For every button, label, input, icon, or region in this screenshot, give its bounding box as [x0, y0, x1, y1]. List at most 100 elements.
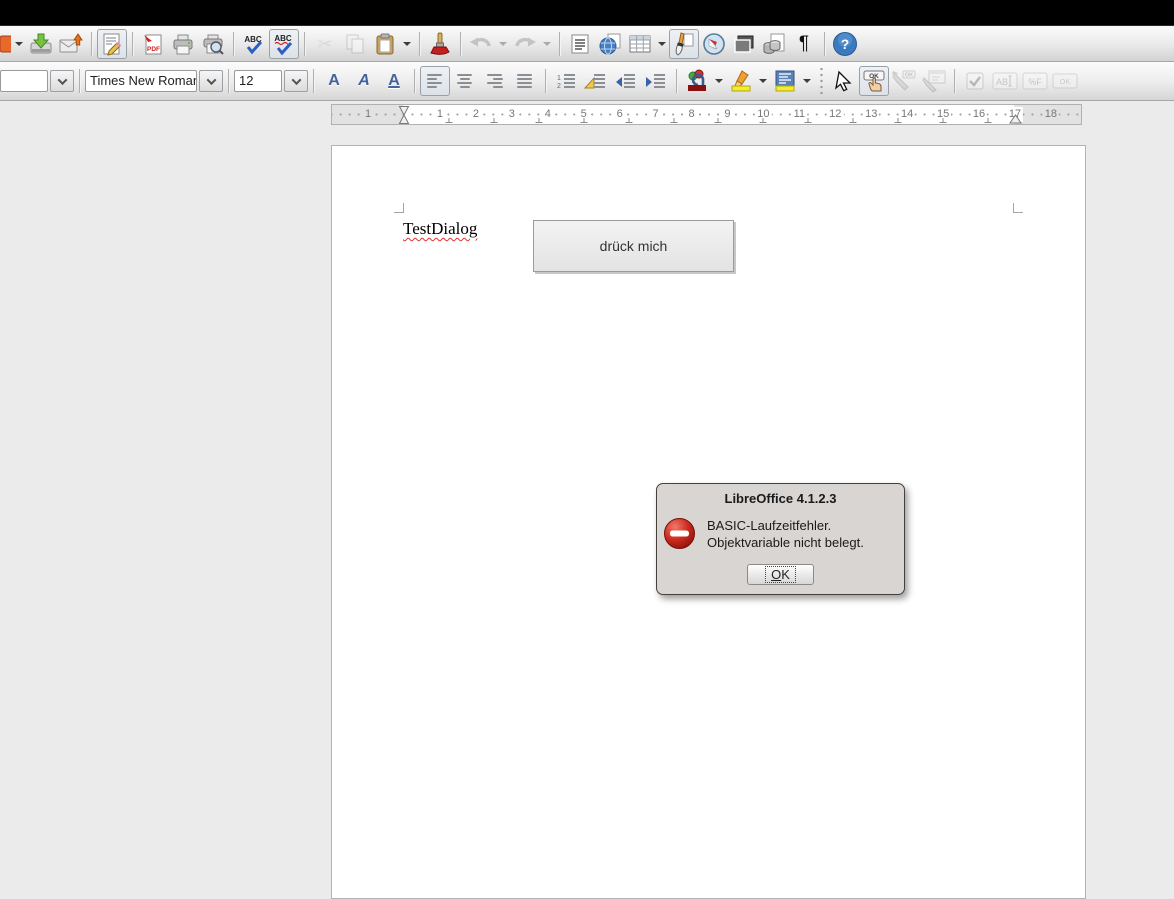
font-size-dropdown[interactable] [284, 70, 308, 92]
undo-dropdown[interactable] [499, 42, 507, 46]
insert-table-button[interactable] [625, 29, 655, 59]
message-line-1: BASIC-Laufzeitfehler. [707, 517, 864, 534]
navigator-button[interactable] [699, 29, 729, 59]
align-justify-button[interactable] [510, 66, 540, 96]
document-workspace: 1123456789101112131415161718 TestDialog … [0, 101, 1174, 899]
ruler-number: 8 [686, 107, 696, 122]
align-right-icon [487, 74, 503, 88]
help-button[interactable]: ? [830, 29, 860, 59]
ab-label: AB [996, 77, 1008, 87]
message-line-2: Objektvariable nicht belegt. [707, 534, 864, 551]
ruler-number: 9 [722, 107, 732, 122]
highlighting-button[interactable] [726, 66, 756, 96]
form-button-button[interactable]: OK [1050, 66, 1080, 96]
paragraph-style-dropdown[interactable] [50, 70, 74, 92]
form-textbox-button[interactable]: AB [990, 66, 1020, 96]
ruler-number: 12 [827, 107, 843, 122]
numbered-list-button[interactable]: 12 [551, 66, 581, 96]
font-color-button[interactable] [682, 66, 712, 96]
align-justify-icon [517, 74, 533, 88]
bold-button[interactable]: A [319, 66, 349, 96]
auto-spellcheck-button[interactable]: ABC [269, 29, 299, 59]
ok-label: OK [1060, 77, 1071, 86]
edit-mode-button[interactable] [97, 29, 127, 59]
bold-icon: A [328, 72, 340, 90]
paste-button[interactable] [370, 29, 400, 59]
increase-indent-button[interactable] [641, 66, 671, 96]
default-tab-mark [535, 118, 542, 123]
drawing-functions-button[interactable] [669, 29, 699, 59]
svg-text:1: 1 [557, 75, 561, 82]
form-push-button[interactable]: OK [859, 66, 889, 96]
paragraph-style-input[interactable] [0, 70, 48, 92]
default-tab-mark [715, 118, 722, 123]
save-button[interactable] [26, 29, 56, 59]
text-boundary-corner-left [394, 203, 404, 213]
document-text[interactable]: TestDialog [403, 219, 477, 239]
new-document-icon[interactable] [0, 29, 12, 59]
default-tab-mark [445, 118, 452, 123]
decrease-indent-button[interactable] [611, 66, 641, 96]
print-button[interactable] [168, 29, 198, 59]
form-design-mode-button[interactable]: OK [889, 66, 919, 96]
spellcheck-button[interactable]: ABC [239, 29, 269, 59]
toolbar-handle[interactable] [818, 68, 825, 94]
background-color-button[interactable] [770, 66, 800, 96]
underline-button[interactable]: A [379, 66, 409, 96]
formatting-marks-button[interactable]: ¶ [789, 29, 819, 59]
control-properties-button[interactable] [919, 66, 949, 96]
export-pdf-button[interactable]: PDF [138, 29, 168, 59]
undo-button[interactable] [466, 29, 496, 59]
abc-label: ABC [274, 34, 292, 43]
redo-dropdown[interactable] [543, 42, 551, 46]
ruler-number: 13 [863, 107, 879, 122]
pilcrow-icon: ¶ [799, 34, 809, 53]
table-dropdown[interactable] [658, 42, 666, 46]
ruler-number: 4 [543, 107, 553, 122]
highlighting-dropdown[interactable] [759, 79, 767, 83]
font-name-dropdown[interactable] [199, 70, 223, 92]
font-name-input[interactable]: Times New Roman [85, 70, 197, 92]
new-document-dropdown[interactable] [15, 42, 23, 46]
bullets-button[interactable] [581, 66, 611, 96]
default-tab-mark [490, 118, 497, 123]
scissors-icon: ✂ [317, 35, 332, 53]
align-center-button[interactable] [450, 66, 480, 96]
ruler-number: 3 [507, 107, 517, 122]
default-tab-mark [625, 118, 632, 123]
copy-button[interactable] [340, 29, 370, 59]
align-left-button[interactable] [420, 66, 450, 96]
font-color-dropdown[interactable] [715, 79, 723, 83]
svg-text:2: 2 [557, 83, 561, 89]
drueck-mich-button[interactable]: drück mich [533, 220, 734, 272]
italic-button[interactable]: A [349, 66, 379, 96]
percent-f-label: %F [1028, 77, 1042, 87]
format-paintbrush-button[interactable] [425, 29, 455, 59]
print-preview-button[interactable] [198, 29, 228, 59]
decrease-indent-icon [617, 73, 635, 89]
numbered-list-icon: 12 [557, 73, 575, 89]
default-tab-mark [580, 118, 587, 123]
background-color-dropdown[interactable] [803, 79, 811, 83]
gallery-button[interactable] [729, 29, 759, 59]
indent-marker-left[interactable] [398, 105, 410, 125]
data-sources-button[interactable] [759, 29, 789, 59]
form-checkbox-button[interactable] [960, 66, 990, 96]
form-formatted-field-button[interactable]: %F [1020, 66, 1050, 96]
cut-button[interactable]: ✂ [310, 29, 340, 59]
increase-indent-icon [647, 73, 665, 89]
ruler-number: 2 [471, 107, 481, 122]
email-button[interactable] [56, 29, 86, 59]
redo-button[interactable] [510, 29, 540, 59]
hyperlink-button[interactable] [595, 29, 625, 59]
font-size-input[interactable]: 12 [234, 70, 282, 92]
ruler-number: 18 [1043, 107, 1059, 122]
horizontal-ruler[interactable]: 1123456789101112131415161718 [331, 104, 1082, 125]
form-select-button[interactable] [829, 66, 859, 96]
ruler-number: 7 [651, 107, 661, 122]
align-right-button[interactable] [480, 66, 510, 96]
ok-button[interactable]: OK [747, 564, 814, 585]
indent-marker-right[interactable] [1009, 114, 1022, 124]
find-replace-button[interactable] [565, 29, 595, 59]
paste-dropdown[interactable] [403, 42, 411, 46]
